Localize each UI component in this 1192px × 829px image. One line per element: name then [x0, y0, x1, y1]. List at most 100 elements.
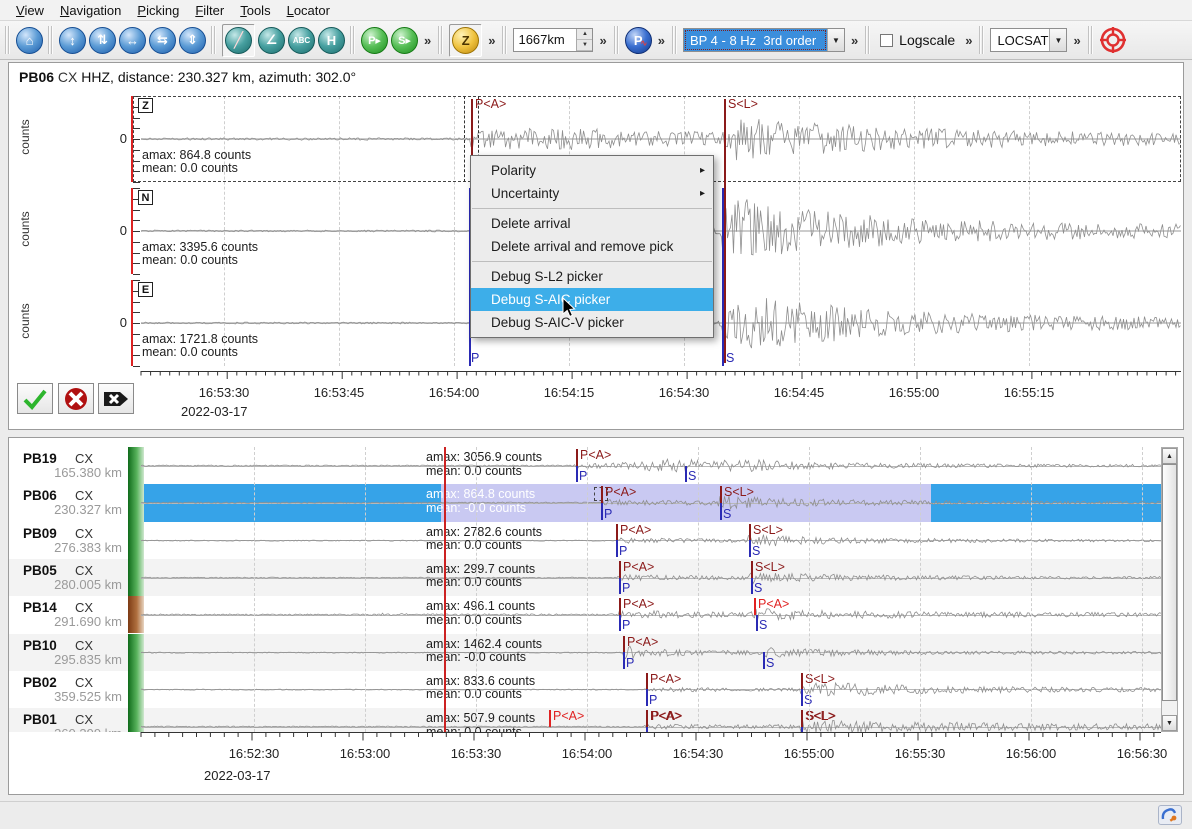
toolbar-overflow-chevron[interactable]: »	[847, 33, 862, 48]
pick-marker-p[interactable]	[619, 615, 621, 632]
connection-status-icon[interactable]	[1158, 805, 1182, 825]
arrival-marker[interactable]	[754, 598, 756, 615]
scroll-thumb[interactable]	[1162, 464, 1177, 701]
menu-item-debug-s-l2-picker[interactable]: Debug S-L2 picker	[471, 265, 713, 288]
station-row-pb06[interactable]: PB06CX230.327 kmamax: 864.8 countsmean: …	[9, 484, 1161, 521]
picker-p-wave-icon[interactable]: P∿	[625, 27, 652, 54]
arrival-marker[interactable]	[549, 710, 551, 727]
station-header: PB06 CX HHZ, distance: 230.327 km, azimu…	[19, 69, 356, 85]
pick-uncertainty-left[interactable]	[464, 96, 465, 182]
pick-label: P	[626, 656, 634, 670]
chevron-down-icon[interactable]: ▼	[827, 29, 844, 51]
component-z-icon[interactable]: Z	[452, 27, 479, 54]
station-row-pb01[interactable]: PB01CX360.399 kmamax: 507.9 countsmean: …	[9, 708, 1161, 732]
menubar-item-navigation[interactable]: Navigation	[52, 1, 129, 20]
amplitude-zoom-in-icon[interactable]: ↕	[59, 27, 86, 54]
default-view-icon[interactable]: ⇕	[179, 27, 206, 54]
arrival-marker[interactable]	[616, 524, 618, 541]
toolbar-overflow-chevron[interactable]: »	[1069, 33, 1084, 48]
menubar-item-tools[interactable]: Tools	[232, 1, 278, 20]
station-row-pb09[interactable]: PB09CX276.383 kmamax: 2782.6 countsmean:…	[9, 522, 1161, 559]
arrival-marker[interactable]	[749, 524, 751, 541]
filter-select[interactable]: BP 4 - 8 Hz 3rd order▼	[683, 28, 845, 52]
time-axis-label: 16:55:00	[774, 746, 844, 761]
pick-marker-p[interactable]	[619, 578, 621, 595]
pick-marker-s[interactable]	[801, 689, 803, 706]
arrival-marker[interactable]	[801, 673, 803, 690]
logscale-checkbox[interactable]	[880, 34, 893, 47]
toolbar-overflow-chevron[interactable]: »	[595, 33, 610, 48]
arrival-marker[interactable]	[619, 598, 621, 615]
arrival-marker[interactable]	[751, 561, 753, 578]
amplitude-measure-icon[interactable]: H	[318, 27, 345, 54]
scroll-down-button[interactable]: ▼	[1162, 715, 1177, 731]
menu-item-delete-arrival[interactable]: Delete arrival	[471, 212, 713, 235]
toolbar-overflow-chevron[interactable]: »	[420, 33, 435, 48]
station-row-pb14[interactable]: PB14CX291.690 kmamax: 496.1 countsmean: …	[9, 596, 1161, 633]
relocate-target-icon[interactable]	[1099, 26, 1127, 54]
home-icon[interactable]: ⌂	[16, 27, 43, 54]
station-list-panel[interactable]: PB19CX165.380 kmamax: 3056.9 countsmean:…	[8, 437, 1184, 795]
station-row-pb10[interactable]: PB10CX295.835 kmamax: 1462.4 countsmean:…	[9, 634, 1161, 671]
arrival-marker[interactable]	[801, 710, 803, 727]
skip-station-button[interactable]	[98, 383, 134, 414]
station-row-pb02[interactable]: PB02CX359.525 kmamax: 833.6 countsmean: …	[9, 671, 1161, 708]
scroll-up-button[interactable]: ▲	[1162, 448, 1177, 464]
pick-marker-p[interactable]	[646, 689, 648, 706]
s-arrival-marker[interactable]	[724, 99, 726, 363]
reject-pick-button[interactable]	[58, 383, 94, 414]
arrival-marker[interactable]	[576, 449, 578, 466]
menubar-item-picking[interactable]: Picking	[129, 1, 187, 20]
menu-item-delete-arrival-and-remove-pick[interactable]: Delete arrival and remove pick	[471, 235, 713, 258]
angle-tool-icon[interactable]: ∠	[258, 27, 285, 54]
time-zoom-in-icon[interactable]: ⇆	[149, 27, 176, 54]
arrival-marker[interactable]	[623, 636, 625, 653]
arrival-marker[interactable]	[720, 486, 722, 503]
pick-marker-s[interactable]	[751, 578, 753, 595]
arrival-marker[interactable]	[619, 561, 621, 578]
vertical-scrollbar[interactable]: ▲ ▼	[1161, 447, 1178, 732]
menubar-item-locator[interactable]: Locator	[279, 1, 338, 20]
menu-item-polarity[interactable]: Polarity▸	[471, 159, 713, 182]
zoom-span-spin-buttons[interactable]: ▲▼	[576, 29, 592, 51]
spin-up-icon[interactable]: ▲	[577, 29, 592, 40]
confirm-pick-button[interactable]	[17, 383, 53, 414]
pick-s-phase-icon[interactable]: S▸	[391, 27, 418, 54]
menu-item-debug-s-aic-v-picker[interactable]: Debug S-AIC-V picker	[471, 311, 713, 334]
ruler-picker-icon[interactable]: ╱	[225, 27, 252, 54]
station-rows-viewport[interactable]: PB19CX165.380 kmamax: 3056.9 countsmean:…	[9, 447, 1161, 732]
toolbar-separator	[48, 26, 54, 54]
pick-p-phase-icon[interactable]: P▸	[361, 27, 388, 54]
station-row-pb19[interactable]: PB19CX165.380 kmamax: 3056.9 countsmean:…	[9, 447, 1161, 484]
p-pick-label: P	[471, 351, 479, 365]
chevron-down-icon[interactable]: ▼	[1049, 29, 1066, 51]
zoom-span-spinbox[interactable]: 1667km▲▼	[513, 28, 593, 52]
pick-marker-s[interactable]	[756, 615, 758, 632]
menu-item-debug-s-aic-picker[interactable]: Debug S-AIC picker	[471, 288, 713, 311]
toolbar-overflow-chevron[interactable]: »	[484, 33, 499, 48]
annotation-tool-icon[interactable]: ABC	[288, 27, 315, 54]
pick-marker-p[interactable]	[601, 503, 603, 520]
arrival-marker[interactable]	[646, 673, 648, 690]
pick-marker-p[interactable]	[623, 652, 625, 669]
toolbar-overflow-chevron[interactable]: »	[961, 33, 976, 48]
menu-item-uncertainty[interactable]: Uncertainty▸	[471, 182, 713, 205]
station-row-pb05[interactable]: PB05CX280.005 kmamax: 299.7 countsmean: …	[9, 559, 1161, 596]
arrival-marker[interactable]	[601, 486, 603, 503]
pick-marker-p[interactable]	[616, 540, 618, 557]
s-pick-marker[interactable]	[722, 188, 724, 366]
pick-marker-s[interactable]	[685, 466, 687, 483]
time-zoom-out-icon[interactable]: ↔	[119, 27, 146, 54]
menubar-item-filter[interactable]: Filter	[187, 1, 232, 20]
pick-marker-s[interactable]	[749, 540, 751, 557]
locator-select[interactable]: LOCSAT▼	[990, 28, 1067, 52]
pick-marker-p[interactable]	[576, 466, 578, 483]
pick-marker-s[interactable]	[763, 652, 765, 669]
arrival-marker[interactable]	[646, 710, 648, 727]
spin-down-icon[interactable]: ▼	[577, 40, 592, 51]
amplitude-zoom-out-icon[interactable]: ⇅	[89, 27, 116, 54]
menubar-item-view[interactable]: View	[8, 1, 52, 20]
logscale-checkbox-group[interactable]: Logscale	[876, 32, 959, 48]
toolbar-overflow-chevron[interactable]: »	[654, 33, 669, 48]
pick-marker-s[interactable]	[720, 503, 722, 520]
